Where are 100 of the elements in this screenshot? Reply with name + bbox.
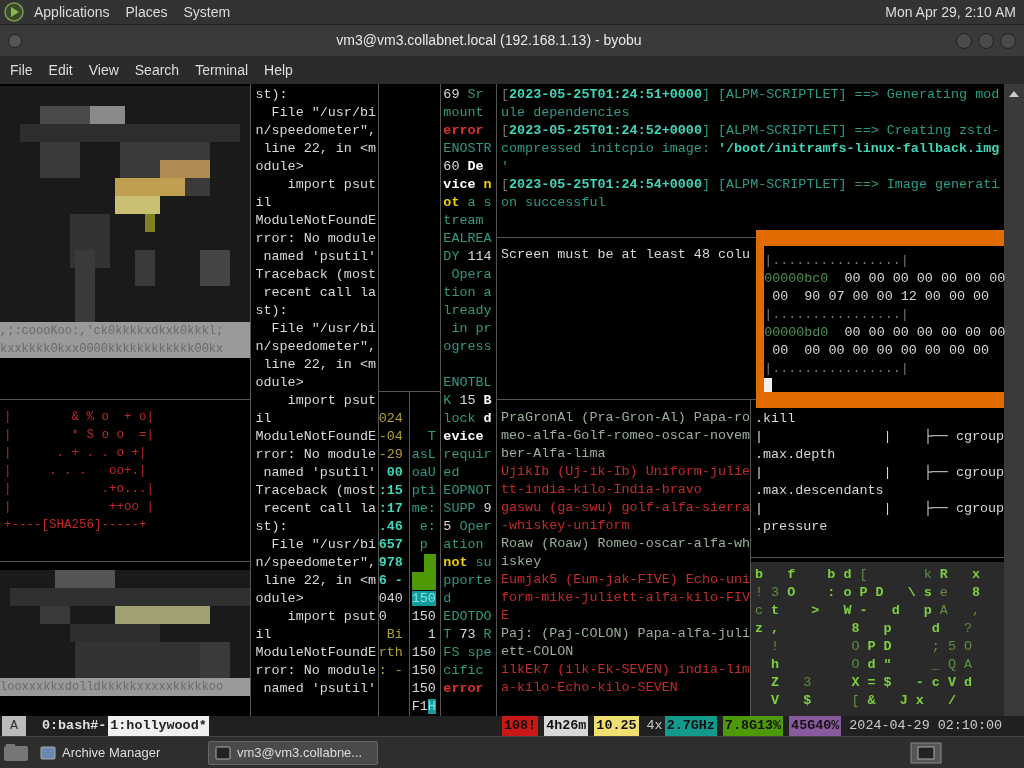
terminal-line: [2023-05-25T01:24:54+0000] [ALPM-SCRIPTLET] ==> Image generati (501, 176, 1000, 194)
terminal-line: E (501, 607, 510, 625)
terminal-line: st): (255, 86, 288, 104)
panel-menu[interactable]: Applications (28, 1, 116, 23)
terminal-line: il (255, 626, 272, 644)
terminal-icon[interactable] (910, 741, 942, 764)
terminal-line: -29 (378, 446, 403, 464)
cursor-icon (764, 378, 773, 392)
window-tab[interactable]: 0:bash#- (40, 715, 109, 737)
terminal-line: e: (418, 518, 436, 536)
terminal-line: a-kilo-Echo-kilo-SEVEN (501, 679, 678, 697)
terminal-line: [2023-05-25T01:24:51+0000] [ALPM-SCRIPTLET] ==> Generating mod (501, 86, 1000, 104)
terminal-line: FS spe (443, 644, 492, 662)
status-indicator: 45G40% (789, 715, 842, 737)
terminal-line: mount (443, 104, 484, 122)
terminal-line: 1 (426, 626, 436, 644)
terminal-line: 6 - (378, 572, 403, 590)
terminal-line: Eumjak5 (Eum-jak-FIVE) Echo-uni (501, 571, 751, 589)
panel-menu[interactable]: System (177, 1, 237, 23)
terminal-line: EALREA (443, 230, 492, 248)
menu-item[interactable]: View (80, 59, 127, 81)
terminal-line: named 'psutil' (262, 680, 376, 698)
terminal-line: Z 3 X = $ - c V d (770, 674, 972, 692)
terminal-line: | ++oo | (4, 499, 155, 516)
terminal-line: -whiskey-uniform (501, 517, 630, 535)
scrollbar[interactable] (1004, 84, 1024, 716)
menu-item[interactable]: Edit (40, 59, 81, 81)
status-indicator: 4h26m (544, 715, 589, 737)
terminal-line: ed (443, 464, 460, 482)
terminal-line: rror: No module (255, 446, 376, 464)
menu-item[interactable]: Terminal (187, 59, 257, 81)
maximize-button[interactable] (978, 32, 994, 49)
terminal-line: ation (443, 536, 484, 554)
window-button-icon[interactable] (8, 33, 22, 48)
terminal-line: n/speedometer", (255, 122, 376, 140)
taskbar-button[interactable]: Archive Manager (34, 740, 204, 765)
terminal-line: | .+o...| (4, 481, 155, 498)
scroll-up-icon[interactable] (1009, 90, 1020, 98)
terminal-icon (215, 745, 231, 760)
terminal-line: :15 (378, 482, 403, 500)
terminal-line: on successful (501, 194, 606, 212)
terminal-line: b f b d [ k R x (755, 566, 981, 584)
terminal-line: rror: No module (255, 662, 376, 680)
terminal-line: vice n (443, 176, 492, 194)
terminal-line: 00000bd0 00 00 00 00 00 00 00 (764, 324, 1006, 342)
terminal-line: +----[SHA256]-----+ (4, 517, 147, 534)
terminal-line: .max.depth (755, 446, 836, 464)
session-badge: A (2, 715, 26, 737)
terminal-line: ENOTBL (443, 374, 492, 392)
panel-menu[interactable]: Places (119, 1, 174, 23)
terminal-line: 978 (378, 554, 403, 572)
terminal-line: PraGronAl (Pra-Gron-Al) Papa-ro (501, 409, 751, 427)
terminal-line: ber-Alfa-lima (501, 445, 606, 463)
terminal-line: [2023-05-25T01:24:52+0000] [ALPM-SCRIPTLET] ==> Creating zstd- (501, 122, 1000, 140)
terminal-line: | | ├── cgroup (755, 428, 1005, 446)
logo-icon[interactable] (4, 2, 24, 22)
menu-item[interactable]: Search (126, 59, 188, 81)
terminal-line: il (255, 410, 272, 428)
terminal-line: z , 8 p d ? (755, 620, 972, 638)
terminal-line: ModuleNotFoundE (255, 644, 376, 662)
terminal-line: n/speedometer", (255, 338, 376, 356)
folder-icon[interactable] (2, 741, 30, 764)
terminal-line: 5 Oper (443, 518, 492, 536)
terminal-line: K 15 B (443, 392, 492, 410)
terminal-line: rror: No module (255, 230, 376, 248)
terminal-line: | . + . . o +| (4, 445, 147, 462)
terminal-line: recent call la (262, 284, 376, 302)
terminal-line: Opera (450, 266, 492, 284)
status-indicator: 10.25 (594, 715, 639, 737)
terminal-line: 00 90 07 00 00 12 00 00 00 (771, 288, 990, 306)
terminal-line: c t > W - d p A , (755, 602, 981, 620)
window-tab[interactable]: 1:hollywood* (108, 715, 209, 737)
menu-item[interactable]: File (2, 59, 41, 81)
terminal-line: pporte (443, 572, 492, 590)
clock[interactable]: Mon Apr 29, 2:10 AM (885, 1, 1020, 23)
terminal-line: .pressure (755, 518, 828, 536)
status-text: 4x (645, 716, 664, 735)
terminal-line: asL (411, 446, 436, 464)
terminal-line: tream (443, 212, 484, 230)
terminal-line: line 22, in <m (262, 572, 376, 590)
minimize-button[interactable] (956, 32, 972, 49)
terminal-line: | * S o o =| (4, 427, 155, 444)
bar-graph-drawing (411, 554, 436, 590)
terminal-line: | . . . oo+.| (4, 463, 147, 480)
terminal-line: File "/usr/bi (270, 536, 376, 554)
close-button[interactable] (1000, 32, 1016, 49)
terminal-line: p (418, 536, 428, 554)
menu-item[interactable]: Help (256, 59, 301, 81)
terminal-line: File "/usr/bi (270, 104, 376, 122)
terminal-line: 60 De (443, 158, 484, 176)
terminal-line: ule dependencies (501, 104, 630, 122)
terminal-line: n/speedometer", (255, 554, 376, 572)
terminal-line: |................| (764, 306, 909, 324)
terminal-line: error (443, 122, 484, 140)
terminal-line: SUPP 9 (443, 500, 492, 518)
terminal-line: st): (255, 518, 288, 536)
terminal-line: 00000bc0 00 00 00 00 00 00 00 (764, 270, 1006, 288)
taskbar-button[interactable]: vm3@vm3.collabne... (208, 740, 378, 765)
archive-icon (40, 745, 56, 760)
terminal-line: 69 Sr (443, 86, 484, 104)
